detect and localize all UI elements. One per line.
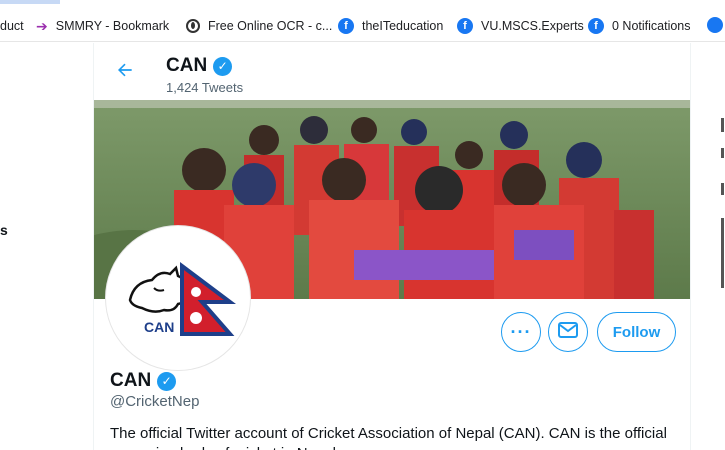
profile-bio: The official Twitter account of Cricket … xyxy=(110,425,667,450)
tweet-count: 1,424 Tweets xyxy=(166,80,244,95)
bookmark-ocr[interactable]: Free Online OCR - c... xyxy=(186,17,332,35)
sidebar-fragment: s xyxy=(0,222,8,238)
verified-badge-icon: ✓ xyxy=(213,56,233,76)
profile-name: CAN ✓ xyxy=(110,370,177,392)
profile-handle: @CricketNep xyxy=(110,393,200,410)
ocr-icon xyxy=(186,19,200,33)
avatar-logo-text: CAN xyxy=(144,319,174,335)
facebook-icon: f xyxy=(588,18,604,34)
arrow-icon: ➔ xyxy=(36,17,48,34)
profile-avatar[interactable]: CAN xyxy=(106,226,250,370)
facebook-icon[interactable] xyxy=(707,17,723,33)
verified-badge-icon: ✓ xyxy=(157,371,177,391)
more-options-button[interactable]: ··· xyxy=(501,312,541,352)
bookmark-theiteducation[interactable]: f theITeducation xyxy=(338,17,443,35)
back-button[interactable] xyxy=(112,60,138,86)
bookmark-smmry[interactable]: ➔ SMMRY - Bookmark xyxy=(36,17,169,35)
bookmark-vu-mscs[interactable]: f VU.MSCS.Experts xyxy=(457,17,584,35)
header-profile-name: CAN ✓ xyxy=(166,55,233,77)
profile-column: CAN ✓ 1,424 Tweets CAN ··· Follow CAN ✓ … xyxy=(93,43,691,450)
arrow-left-icon xyxy=(115,60,135,86)
facebook-icon: f xyxy=(457,18,473,34)
address-bar-selection[interactable] xyxy=(0,0,60,4)
right-sidebar-fragment xyxy=(717,118,725,298)
ellipsis-icon: ··· xyxy=(510,321,532,342)
follow-button[interactable]: Follow xyxy=(597,312,676,352)
envelope-icon xyxy=(558,321,578,343)
bookmark-notifications[interactable]: f 0 Notifications xyxy=(588,17,691,35)
bookmarks-bar: duct ➔ SMMRY - Bookmark Free Online OCR … xyxy=(0,0,725,42)
message-button[interactable] xyxy=(548,312,588,352)
bookmark-product[interactable]: duct xyxy=(0,17,24,35)
facebook-icon: f xyxy=(338,18,354,34)
